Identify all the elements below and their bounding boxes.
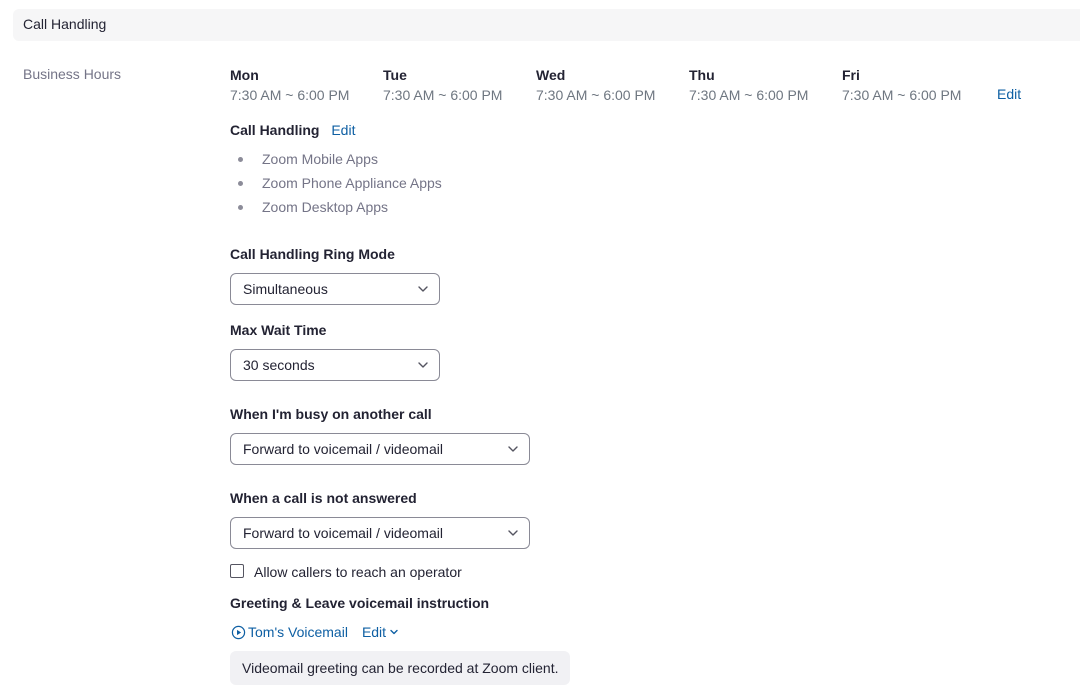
busy-action-select[interactable]: Forward to voicemail / videomail	[230, 433, 530, 465]
call-handling-title: Call Handling	[230, 122, 320, 138]
day-fri: Fri 7:30 AM ~ 6:00 PM	[842, 66, 992, 104]
day-name: Mon	[230, 67, 259, 83]
day-tue: Tue 7:30 AM ~ 6:00 PM	[383, 66, 533, 104]
max-wait-value: 30 seconds	[243, 357, 315, 373]
edit-greeting-label: Edit	[361, 624, 387, 640]
operator-checkbox-label[interactable]: Allow callers to reach an operator	[254, 563, 462, 581]
day-hours: 7:30 AM ~ 6:00 PM	[842, 87, 962, 103]
app-name: Zoom Phone Appliance Apps	[262, 175, 442, 191]
day-name: Thu	[689, 67, 715, 83]
day-hours: 7:30 AM ~ 6:00 PM	[689, 87, 809, 103]
list-item: Zoom Desktop Apps	[230, 195, 442, 219]
chevron-down-icon	[508, 446, 518, 452]
section-header: Call Handling	[13, 9, 1080, 41]
bullet-icon	[238, 205, 243, 210]
app-name: Zoom Mobile Apps	[262, 151, 378, 167]
day-name: Wed	[536, 67, 566, 83]
operator-checkbox[interactable]	[230, 564, 244, 578]
videomail-info-note: Videomail greeting can be recorded at Zo…	[230, 651, 571, 685]
greeting-title: Greeting & Leave voicemail instruction	[230, 595, 490, 611]
call-handling-subsection: Call Handling Edit	[230, 122, 355, 138]
app-name: Zoom Desktop Apps	[262, 199, 389, 215]
not-answered-label: When a call is not answered	[230, 490, 417, 506]
business-hours-label: Business Hours	[23, 66, 122, 82]
day-name: Fri	[842, 67, 860, 83]
edit-greeting-dropdown[interactable]: Edit	[362, 624, 399, 640]
day-hours: 7:30 AM ~ 6:00 PM	[536, 87, 656, 103]
busy-action-value: Forward to voicemail / videomail	[243, 441, 443, 457]
list-item: Zoom Phone Appliance Apps	[230, 171, 442, 195]
max-wait-select[interactable]: 30 seconds	[230, 349, 440, 381]
call-handling-apps-list: Zoom Mobile Apps Zoom Phone Appliance Ap…	[230, 147, 442, 219]
day-hours: 7:30 AM ~ 6:00 PM	[383, 87, 503, 103]
not-answered-action-value: Forward to voicemail / videomail	[243, 525, 443, 541]
chevron-down-icon	[390, 629, 398, 635]
list-item: Zoom Mobile Apps	[230, 147, 442, 171]
voicemail-row: Tom's Voicemail Edit	[231, 622, 399, 642]
day-mon: Mon 7:30 AM ~ 6:00 PM	[230, 66, 380, 104]
busy-label: When I'm busy on another call	[230, 406, 432, 422]
day-thu: Thu 7:30 AM ~ 6:00 PM	[689, 66, 839, 104]
edit-business-hours-link[interactable]: Edit	[997, 86, 1021, 102]
play-circle-icon[interactable]	[231, 625, 246, 640]
edit-call-handling-link[interactable]: Edit	[331, 122, 355, 138]
day-name: Tue	[383, 67, 407, 83]
ring-mode-select[interactable]: Simultaneous	[230, 273, 440, 305]
ring-mode-label: Call Handling Ring Mode	[230, 246, 395, 262]
chevron-down-icon	[418, 286, 428, 292]
ring-mode-value: Simultaneous	[243, 281, 328, 297]
day-hours: 7:30 AM ~ 6:00 PM	[230, 87, 350, 103]
chevron-down-icon	[508, 530, 518, 536]
bullet-icon	[238, 157, 243, 162]
voicemail-greeting-link[interactable]: Tom's Voicemail	[248, 624, 348, 640]
bullet-icon	[238, 181, 243, 186]
day-wed: Wed 7:30 AM ~ 6:00 PM	[536, 66, 686, 104]
section-title: Call Handling	[23, 16, 107, 32]
max-wait-label: Max Wait Time	[230, 322, 327, 338]
chevron-down-icon	[418, 362, 428, 368]
not-answered-action-select[interactable]: Forward to voicemail / videomail	[230, 517, 530, 549]
